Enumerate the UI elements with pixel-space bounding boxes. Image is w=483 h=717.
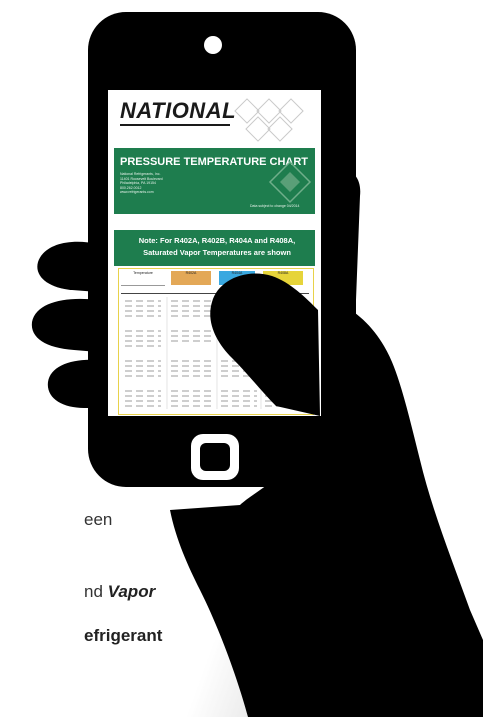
caption-fragment-2-italic: Vapor — [107, 582, 156, 601]
caption-fragment-3: efrigerant — [84, 626, 163, 645]
home-button-inner — [200, 443, 230, 471]
caption-fragment-2: nd Vapor — [84, 582, 155, 602]
caption-fragment-1: een — [84, 510, 113, 529]
caption-fragment-2-prefix: nd — [84, 582, 108, 601]
hand-icon — [31, 169, 483, 717]
